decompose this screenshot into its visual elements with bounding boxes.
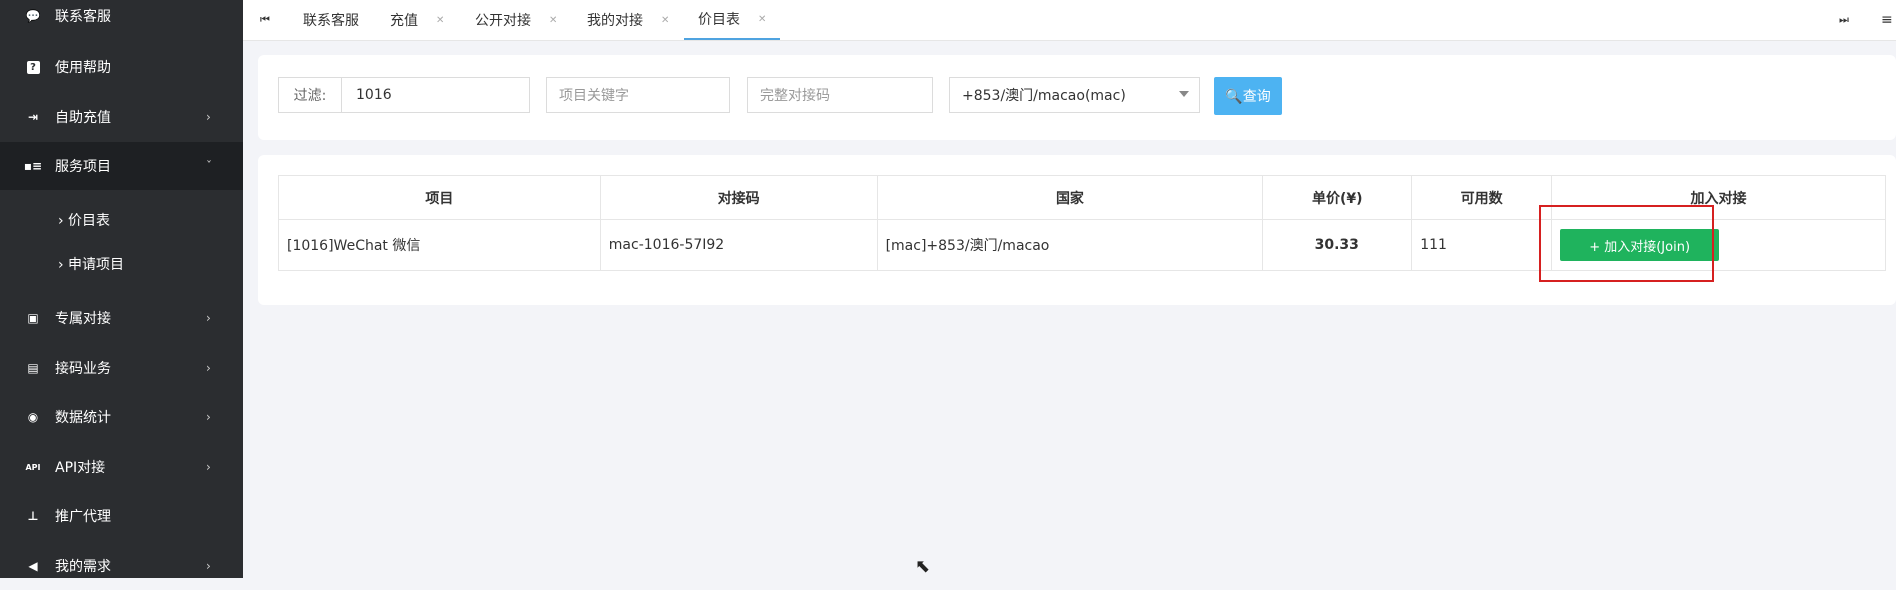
tab-my-docking[interactable]: 我的对接 ✕ [587,0,669,40]
highlight-box [1539,205,1714,282]
sidebar-item-label: 使用帮助 [55,60,111,76]
sms-code-icon: ▤ [27,361,39,375]
sidebar-item-label: 专属对接 [55,311,111,327]
caret-down-icon [1179,91,1189,97]
tab-contact[interactable]: 联系客服 [303,0,359,40]
sidebar: 💬 联系客服 ? 使用帮助 ⇥ 自助充值 › ▪≡ 服务项目 ˇ › 价目表 ›… [0,0,243,578]
stats-icon: ◉ [27,410,39,424]
close-icon[interactable]: ✕ [436,15,444,26]
dedicated-icon: ▣ [27,311,39,325]
sidebar-item-contact[interactable]: 💬 联系客服 [0,0,243,40]
tab-label: 价目表 [698,12,740,28]
tab-label: 充值 [390,13,418,29]
sidebar-item-promotion[interactable]: ⊥ 推广代理 [0,492,243,540]
column-header: 项目 [278,175,601,220]
tab-scroll-last-icon[interactable]: ⏭ [1839,0,1849,40]
column-header: 可用数 [1411,175,1553,220]
cell-country: [mac]+853/澳门/macao [876,219,1264,271]
sidebar-item-label: 推广代理 [55,509,111,525]
sidebar-item-label: 自助充值 [55,110,111,126]
sidebar-item-services[interactable]: ▪≡ 服务项目 ˇ [0,142,243,190]
tab-price-list[interactable]: 价目表 ✕ [684,0,781,40]
column-header: 对接码 [599,175,878,220]
sidebar-item-label: 数据统计 [55,410,111,426]
chevron-right-icon: › [206,460,211,474]
chevron-right-icon: › [206,110,211,124]
cell-price: 30.33 [1262,219,1413,271]
sidebar-item-requests[interactable]: ◀ 我的需求 › [0,542,243,590]
filter-input[interactable]: 1016 [342,87,392,103]
keyword-input[interactable]: 项目关键字 [546,77,730,113]
sidebar-item-label: 我的需求 [55,559,111,575]
sidebar-item-api[interactable]: API API对接 › [0,443,243,491]
sidebar-item-recharge[interactable]: ⇥ 自助充值 › [0,93,243,141]
country-select[interactable]: +853/澳门/macao(mac) [949,77,1200,113]
sidebar-subitem-apply[interactable]: › 申请项目 [58,247,124,281]
filter-field[interactable]: 过滤: 1016 [278,77,530,113]
menu-icon[interactable]: ≡ [1881,0,1893,40]
country-selected-value: +853/澳门/macao(mac) [962,88,1126,104]
tab-public-docking[interactable]: 公开对接 ✕ [475,0,557,40]
sidebar-item-label: API对接 [55,460,106,476]
sidebar-item-label: 接码业务 [55,361,111,377]
cell-available: 111 [1411,219,1553,271]
code-placeholder: 完整对接码 [760,88,830,104]
mouse-cursor-icon: ⬉ [915,556,931,577]
sidebar-item-label: 服务项目 [55,159,111,175]
filter-panel: 过滤: 1016 项目关键字 完整对接码 +853/澳门/macao(mac) … [258,55,1896,140]
chevron-right-icon: › [206,559,211,573]
sidebar-item-dedicated[interactable]: ▣ 专属对接 › [0,294,243,342]
api-icon: API [25,462,41,472]
help-icon: ? [24,58,42,76]
close-icon[interactable]: ✕ [661,15,669,26]
chevron-right-icon: › [206,361,211,375]
query-button[interactable]: 🔍查询 [1214,77,1282,115]
column-header: 单价(¥) [1262,175,1413,220]
sidebar-item-sms[interactable]: ▤ 接码业务 › [0,344,243,392]
org-chart-icon: ⊥ [27,509,39,523]
sidebar-item-stats[interactable]: ◉ 数据统计 › [0,393,243,441]
megaphone-icon: ◀ [28,559,38,573]
cell-code: mac-1016-57I92 [599,219,878,271]
tab-bar: ⏮ 联系客服 充值 ✕ 公开对接 ✕ 我的对接 ✕ 价目表 ✕ ⏭ ≡ [243,0,1896,41]
close-icon[interactable]: ✕ [549,15,557,26]
chevron-right-icon: › [206,410,211,424]
sidebar-item-help[interactable]: ? 使用帮助 [0,43,243,91]
column-header: 国家 [876,175,1264,220]
tab-scroll-first-icon[interactable]: ⏮ [260,0,270,40]
close-icon[interactable]: ✕ [758,14,766,25]
recharge-icon: ⇥ [27,110,39,124]
chevron-down-icon: ˇ [206,159,212,173]
chevron-right-icon: › [206,311,211,325]
cell-project: [1016]WeChat 微信 [278,219,601,271]
keyword-placeholder: 项目关键字 [559,88,629,104]
filter-label: 过滤: [279,78,342,112]
tab-label: 我的对接 [587,13,643,29]
service-icon: ▪≡ [23,159,43,173]
sidebar-item-label: 联系客服 [55,9,111,25]
code-input[interactable]: 完整对接码 [747,77,933,113]
tab-label: 联系客服 [303,13,359,29]
tab-label: 公开对接 [475,13,531,29]
chat-bubble-icon: 💬 [25,9,41,23]
tab-recharge[interactable]: 充值 ✕ [390,0,444,40]
sidebar-subitem-pricelist[interactable]: › 价目表 [58,203,110,237]
